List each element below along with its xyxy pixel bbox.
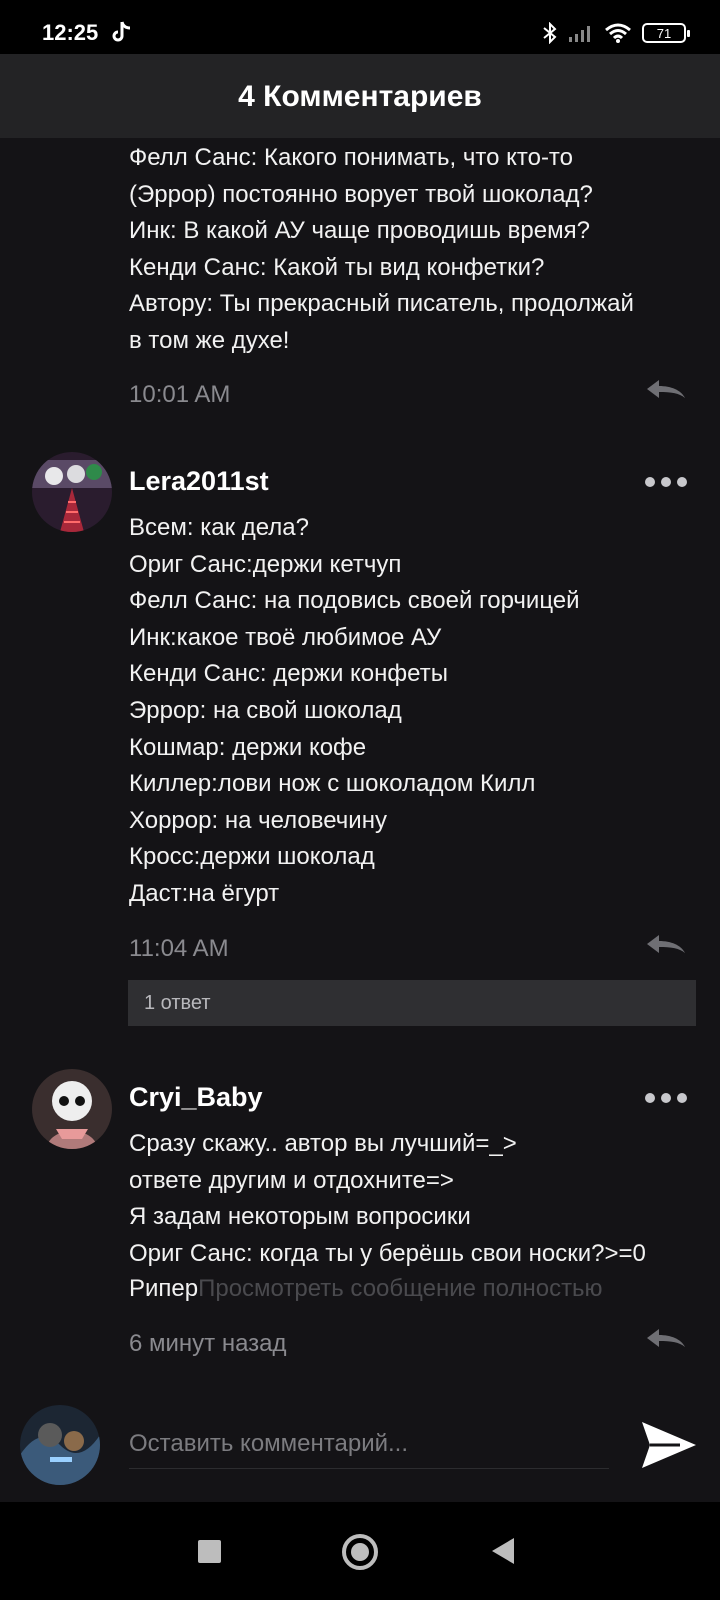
send-icon[interactable] <box>640 1418 698 1472</box>
more-icon[interactable] <box>645 475 687 489</box>
avatar[interactable] <box>32 1069 112 1149</box>
replies-count: 1 ответ <box>144 992 211 1014</box>
bluetooth-icon <box>543 22 557 44</box>
reply-icon[interactable] <box>645 933 687 955</box>
comment-timestamp: 11:04 AM <box>129 935 229 962</box>
comment-input[interactable] <box>129 1420 609 1469</box>
username[interactable]: Cryi_Baby <box>129 1082 263 1113</box>
more-icon[interactable] <box>645 1091 687 1105</box>
page-title: 4 Комментариев <box>238 80 482 113</box>
battery-icon: 71 <box>642 23 690 43</box>
current-user-avatar[interactable] <box>20 1405 100 1485</box>
recents-icon[interactable] <box>198 1540 221 1563</box>
comment-text: Всем: как дела? Ориг Санс:держи кетчуп Ф… <box>129 514 580 907</box>
avatar[interactable] <box>32 452 112 532</box>
system-navigation-bar <box>0 1502 720 1600</box>
see-full-message-link[interactable]: Просмотреть сообщение полностью <box>198 1275 602 1302</box>
comment-timestamp: 10:01 AM <box>129 381 231 408</box>
comment-last-line: РиперПросмотреть сообщение полностью <box>129 1275 603 1303</box>
battery-level: 71 <box>656 25 672 41</box>
comment-text: Фелл Санс: Какого понимать, что кто-то (… <box>129 144 634 354</box>
reply-icon[interactable] <box>645 1327 687 1349</box>
signal-icon <box>569 26 590 42</box>
comment-text: Сразу скажу.. автор вы лучший=_> ответе … <box>129 1130 646 1267</box>
header: 4 Комментариев <box>0 54 720 138</box>
wifi-icon <box>605 23 631 43</box>
comment-truncated-text: Рипер <box>129 1275 199 1302</box>
home-icon[interactable] <box>342 1534 378 1570</box>
comment-timestamp: 6 минут назад <box>129 1330 287 1357</box>
reply-icon[interactable] <box>645 378 687 400</box>
back-icon[interactable] <box>492 1538 514 1564</box>
tiktok-icon <box>112 21 131 42</box>
replies-toggle[interactable]: 1 ответ <box>128 980 696 1026</box>
status-bar: 12:25 71 <box>0 0 720 54</box>
status-icons: 71 <box>542 22 690 44</box>
username[interactable]: Lera2011st <box>129 466 269 497</box>
status-time: 12:25 <box>42 20 99 45</box>
